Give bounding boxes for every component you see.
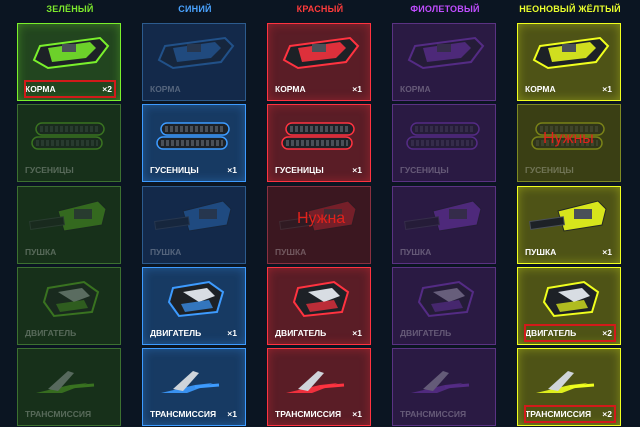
highlight-box (524, 324, 616, 342)
part-card-turret[interactable]: ПУШКА (17, 186, 121, 264)
column-title: НЕОНОВЫЙ ЖЁЛТЫЙ (519, 4, 621, 14)
part-card-turret[interactable]: ПУШКА ×1 (517, 186, 621, 264)
part-card-turret[interactable]: ПУШКА (142, 186, 246, 264)
part-card-tracks[interactable]: ГУСЕНИЦЫ ×1 (267, 104, 371, 182)
part-label: ГУСЕНИЦЫ (275, 165, 324, 175)
part-card-engine[interactable]: ДВИГАТЕЛЬ (17, 267, 121, 345)
part-card-hull[interactable]: КОРМА (142, 23, 246, 101)
part-label: ТРАНСМИССИЯ (400, 409, 467, 419)
part-label: ГУСЕНИЦЫ (150, 165, 199, 175)
color-column-2: СИНИЙ КОРМА ГУСЕНИЦЫ ×1 ПУШКА ДВИГАТЕЛЬ ×1… (142, 0, 248, 426)
part-label: ПУШКА (275, 247, 307, 257)
part-count: ×1 (602, 247, 612, 257)
part-label: КОРМА (275, 84, 306, 94)
part-count: ×1 (352, 328, 362, 338)
annotation-needed-yellow: Нужны (543, 130, 594, 147)
part-card-hull[interactable]: КОРМА ×1 (517, 23, 621, 101)
part-card-engine[interactable]: ДВИГАТЕЛЬ (392, 267, 496, 345)
part-count: ×1 (352, 165, 362, 175)
highlight-box (24, 80, 116, 98)
part-label: КОРМА (400, 84, 431, 94)
part-count: ×1 (352, 84, 362, 94)
part-label: ДВИГАТЕЛЬ (400, 328, 452, 338)
part-card-engine[interactable]: ДВИГАТЕЛЬ ×1 (267, 267, 371, 345)
column-title: СИНИЙ (178, 4, 212, 14)
color-column-3: КРАСНЫЙ КОРМА ×1 ГУСЕНИЦЫ ×1 ПУШКА ДВИГАТЕ… (267, 0, 373, 426)
column-title: ФИОЛЕТОВЫЙ (410, 4, 480, 14)
part-label: ДВИГАТЕЛЬ (150, 328, 202, 338)
part-label: ДВИГАТЕЛЬ (275, 328, 327, 338)
part-label: ПУШКА (150, 247, 182, 257)
part-card-transmission[interactable]: ТРАНСМИССИЯ ×1 (267, 348, 371, 426)
part-count: ×1 (227, 165, 237, 175)
part-card-transmission[interactable]: ТРАНСМИССИЯ ×2 (517, 348, 621, 426)
part-card-turret[interactable]: ПУШКА (392, 186, 496, 264)
part-count: ×1 (602, 84, 612, 94)
part-label: ТРАНСМИССИЯ (150, 409, 217, 419)
part-card-transmission[interactable]: ТРАНСМИССИЯ (392, 348, 496, 426)
part-card-tracks[interactable]: ГУСЕНИЦЫ (392, 104, 496, 182)
part-card-hull[interactable]: КОРМА (392, 23, 496, 101)
part-count: ×1 (227, 409, 237, 419)
column-title: КРАСНЫЙ (296, 4, 344, 14)
part-label: ТРАНСМИССИЯ (25, 409, 92, 419)
part-label: ДВИГАТЕЛЬ (25, 328, 77, 338)
part-label: ГУСЕНИЦЫ (400, 165, 449, 175)
column-title: ЗЕЛЁНЫЙ (46, 4, 94, 14)
part-card-transmission[interactable]: ТРАНСМИССИЯ ×1 (142, 348, 246, 426)
part-count: ×1 (227, 328, 237, 338)
part-label: ПУШКА (25, 247, 57, 257)
part-label: КОРМА (150, 84, 181, 94)
part-count: ×1 (352, 409, 362, 419)
color-column-5: НЕОНОВЫЙ ЖЁЛТЫЙ КОРМА ×1 ГУСЕНИЦЫ ПУШКА ×1… (517, 0, 623, 426)
part-label: ПУШКА (400, 247, 432, 257)
part-label: ПУШКА (525, 247, 557, 257)
part-card-engine[interactable]: ДВИГАТЕЛЬ ×1 (142, 267, 246, 345)
part-card-tracks[interactable]: ГУСЕНИЦЫ ×1 (142, 104, 246, 182)
part-card-tracks[interactable]: ГУСЕНИЦЫ (17, 104, 121, 182)
part-card-hull[interactable]: КОРМА ×2 (17, 23, 121, 101)
part-card-hull[interactable]: КОРМА ×1 (267, 23, 371, 101)
part-label: ТРАНСМИССИЯ (275, 409, 342, 419)
color-column-4: ФИОЛЕТОВЫЙ КОРМА ГУСЕНИЦЫ ПУШКА ДВИГАТЕЛ… (392, 0, 498, 426)
part-card-engine[interactable]: ДВИГАТЕЛЬ ×2 (517, 267, 621, 345)
part-label: ГУСЕНИЦЫ (525, 165, 574, 175)
annotation-needed-red: Нужна (297, 210, 346, 227)
highlight-box (524, 405, 616, 423)
part-card-transmission[interactable]: ТРАНСМИССИЯ (17, 348, 121, 426)
part-label: ГУСЕНИЦЫ (25, 165, 74, 175)
color-column-1: ЗЕЛЁНЫЙ КОРМА ×2 ГУСЕНИЦЫ ПУШКА ДВИГАТЕЛЬ… (17, 0, 123, 426)
part-label: КОРМА (525, 84, 556, 94)
